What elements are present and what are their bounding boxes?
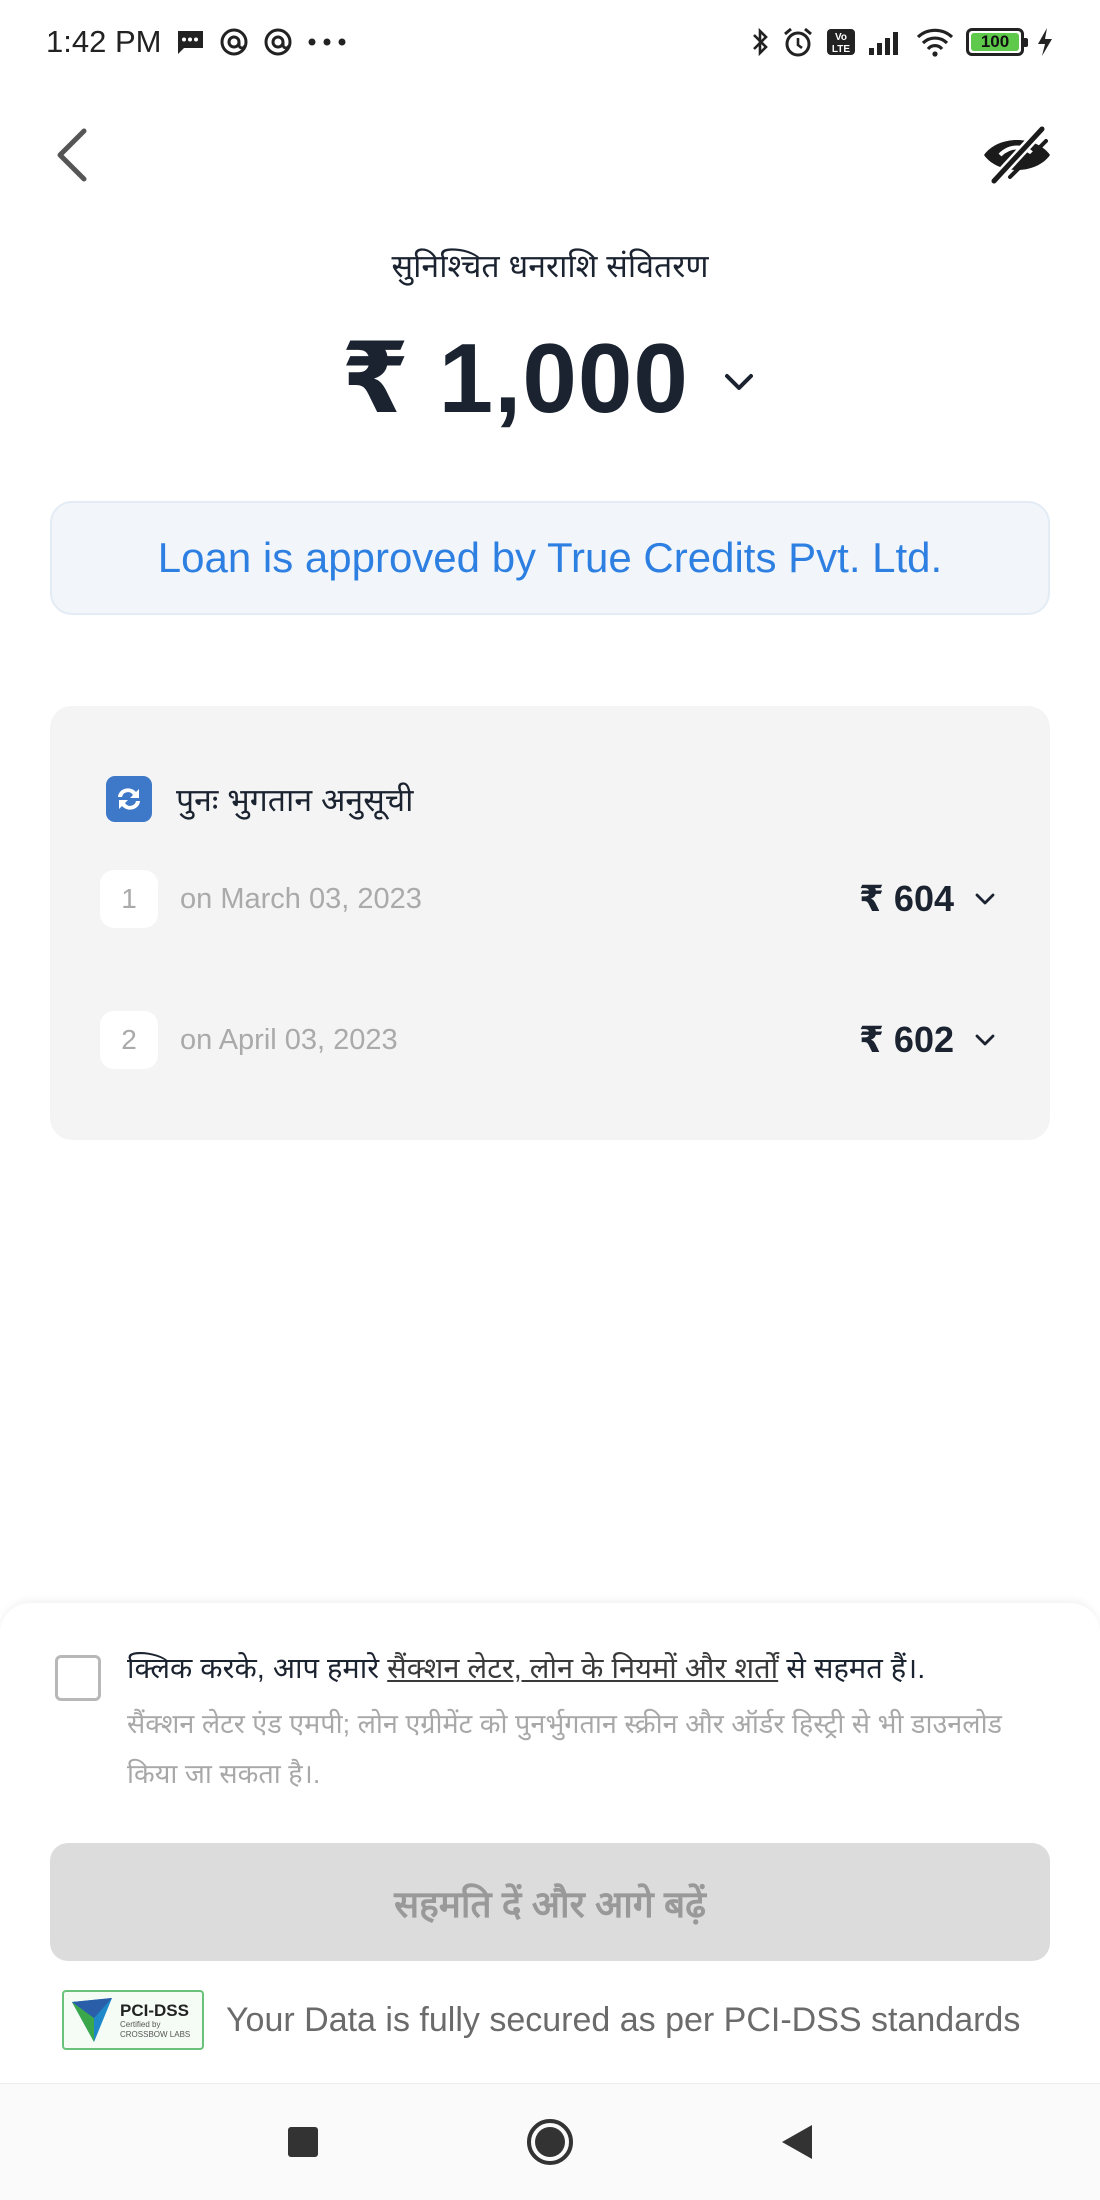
installment-row[interactable]: 1 on March 03, 2023 ₹ 604 bbox=[100, 869, 1000, 929]
pci-shield-icon bbox=[72, 1998, 112, 2042]
back-nav-button[interactable] bbox=[762, 2107, 832, 2177]
svg-text:Vo: Vo bbox=[835, 32, 847, 43]
pci-badge-sub2: CROSSBOW LABS bbox=[120, 2029, 191, 2039]
security-note: PCI-DSS Certified by CROSSBOW LABS Your … bbox=[62, 1990, 1020, 2050]
installment-number: 2 bbox=[100, 1011, 158, 1069]
consent-suffix: से सहमत हैं।. bbox=[778, 1653, 926, 1685]
recent-apps-button[interactable] bbox=[268, 2107, 338, 2177]
triangle-back-icon bbox=[781, 2125, 812, 2159]
installment-amount: ₹ 602 bbox=[858, 1019, 954, 1060]
system-nav-bar bbox=[0, 2083, 1100, 2200]
consent-text: क्लिक करके, आप हमारे सैंक्शन लेटर, लोन क… bbox=[127, 1647, 1057, 1691]
installment-date: on April 03, 2023 bbox=[180, 1023, 398, 1056]
volte-icon: Vo LTE bbox=[826, 28, 856, 56]
consent-checkbox[interactable] bbox=[55, 1655, 101, 1701]
terms-link[interactable]: सैंक्शन लेटर, लोन के नियमों और शर्तों bbox=[387, 1653, 778, 1685]
status-right: Vo LTE 100 bbox=[750, 26, 1054, 58]
consent-prefix: क्लिक करके, आप हमारे bbox=[127, 1653, 388, 1685]
pci-dss-badge: PCI-DSS Certified by CROSSBOW LABS bbox=[62, 1990, 204, 2050]
chevron-down-icon[interactable] bbox=[970, 1033, 1000, 1047]
schedule-header: पुनः भुगतान अनुसूची bbox=[106, 776, 413, 822]
square-icon bbox=[288, 2127, 319, 2157]
consent-note: सैंक्शन लेटर एंड एमपी; लोन एग्रीमेंट को … bbox=[127, 1709, 1003, 1789]
wifi-icon bbox=[916, 27, 954, 57]
back-button[interactable] bbox=[48, 125, 96, 185]
more-dots-icon bbox=[307, 37, 347, 47]
approval-banner: Loan is approved by True Credits Pvt. Lt… bbox=[50, 501, 1050, 615]
chevron-left-icon bbox=[57, 128, 87, 182]
chevron-down-icon[interactable] bbox=[970, 892, 1000, 906]
status-bar: 1:42 PM Vo LTE 100 bbox=[0, 0, 1100, 84]
message-icon bbox=[175, 28, 205, 56]
charging-icon bbox=[1036, 27, 1054, 57]
security-text: Your Data is fully secured as per PCI-DS… bbox=[226, 2000, 1021, 2039]
bluetooth-icon bbox=[750, 27, 770, 57]
installment-date: on March 03, 2023 bbox=[180, 882, 422, 915]
amount-selector[interactable]: ₹ 1,000 bbox=[0, 322, 1100, 436]
pci-badge-title: PCI-DSS bbox=[120, 2000, 189, 2020]
chevron-down-icon[interactable] bbox=[719, 362, 759, 402]
repayment-schedule-card: पुनः भुगतान अनुसूची 1 on March 03, 2023 … bbox=[50, 706, 1050, 1140]
status-left: 1:42 PM bbox=[46, 24, 347, 60]
at-icon bbox=[219, 27, 249, 57]
svg-text:LTE: LTE bbox=[832, 44, 850, 55]
status-time: 1:42 PM bbox=[46, 24, 162, 59]
hide-amount-button[interactable] bbox=[980, 122, 1054, 188]
amount-label: सुनिश्चित धनराशि संवितरण bbox=[391, 248, 709, 284]
eye-off-icon bbox=[984, 124, 1050, 186]
pci-badge-sub1: Certified by bbox=[120, 2019, 161, 2029]
amount-value[interactable]: ₹ 1,000 bbox=[341, 322, 689, 436]
installment-number: 1 bbox=[100, 870, 158, 928]
installment-row[interactable]: 2 on April 03, 2023 ₹ 602 bbox=[100, 1010, 1000, 1070]
at-icon bbox=[263, 27, 293, 57]
home-button[interactable] bbox=[515, 2107, 585, 2177]
circle-icon bbox=[526, 2119, 573, 2165]
approval-text: Loan is approved by True Credits Pvt. Lt… bbox=[157, 534, 943, 581]
installment-amount: ₹ 604 bbox=[858, 878, 954, 919]
signal-icon bbox=[868, 28, 904, 56]
agree-continue-button[interactable]: सहमति दें और आगे बढ़ें bbox=[50, 1843, 1050, 1961]
battery-icon: 100 bbox=[966, 28, 1028, 56]
alarm-icon bbox=[782, 26, 814, 58]
battery-level: 100 bbox=[980, 32, 1010, 51]
schedule-title: पुनः भुगतान अनुसूची bbox=[176, 781, 414, 818]
repeat-icon bbox=[106, 776, 152, 822]
